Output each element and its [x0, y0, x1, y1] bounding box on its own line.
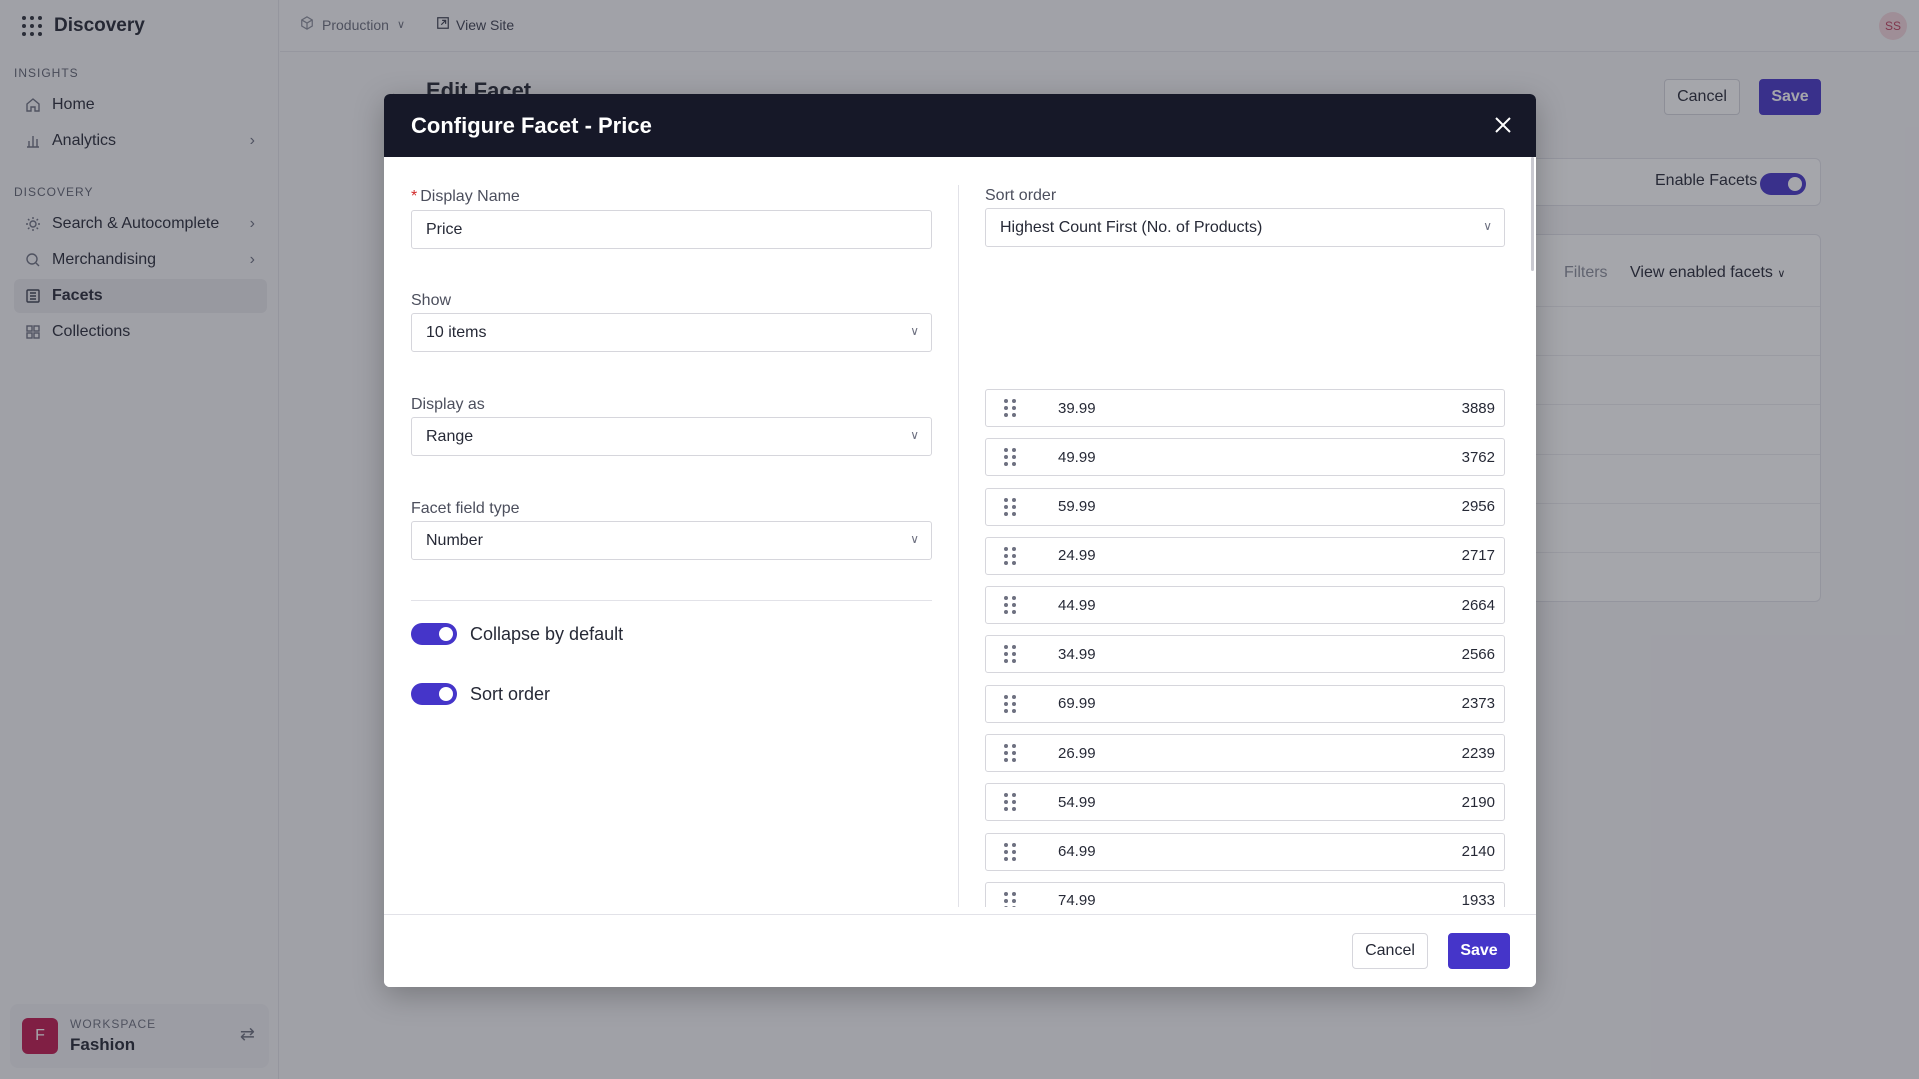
drag-handle-icon[interactable]: [1004, 596, 1016, 615]
modal-title: Configure Facet - Price: [411, 113, 652, 138]
collapse-by-default-toggle[interactable]: [411, 623, 457, 645]
drag-handle-icon[interactable]: [1004, 497, 1016, 516]
column-divider: [958, 185, 959, 907]
sort-order-label: Sort order: [985, 187, 1057, 204]
drag-handle-icon[interactable]: [1004, 546, 1016, 565]
modal-header: Configure Facet - Price: [384, 94, 1536, 157]
collapse-by-default-label: Collapse by default: [470, 623, 624, 644]
drag-handle-icon[interactable]: [1004, 842, 1016, 861]
facet-value-label: 74.99: [1058, 892, 1096, 907]
facet-value-count: 2140: [1461, 843, 1495, 861]
facet-field-type-label: Facet field type: [411, 500, 520, 517]
facet-value-row[interactable]: 26.99 2239: [985, 734, 1505, 773]
facet-values-list[interactable]: 39.99 3889 49.99 3762 59.99 2956 24.99 2717 44.9…: [985, 389, 1505, 907]
drag-handle-icon[interactable]: [1004, 448, 1016, 467]
display-name-field[interactable]: Price: [411, 210, 932, 249]
facet-value-label: 24.99: [1058, 547, 1096, 565]
facet-field-type-value: Number: [426, 531, 483, 549]
facet-value-count: 2717: [1461, 547, 1495, 565]
facet-value-count: 2373: [1461, 695, 1495, 713]
drag-handle-icon[interactable]: [1004, 694, 1016, 713]
facet-value-label: 64.99: [1058, 843, 1096, 861]
facet-value-count: 2566: [1461, 645, 1495, 663]
facet-value-row[interactable]: 24.99 2717: [985, 536, 1505, 575]
modal-cancel-button[interactable]: Cancel: [1352, 933, 1428, 969]
modal-scrollbar[interactable]: [1531, 157, 1534, 271]
facet-value-row[interactable]: 74.99 1933: [985, 881, 1505, 907]
facet-field-type-select[interactable]: Number ∨: [411, 521, 932, 560]
display-name-value: Price: [426, 220, 463, 238]
sort-order-value: Highest Count First (No. of Products): [1000, 218, 1263, 236]
facet-value-row[interactable]: 54.99 2190: [985, 783, 1505, 822]
chevron-down-icon: ∨: [910, 324, 919, 338]
facet-value-row[interactable]: 49.99 3762: [985, 438, 1505, 477]
facet-value-count: 2190: [1461, 793, 1495, 811]
facet-value-count: 2664: [1461, 596, 1495, 614]
display-name-label: * Display Name: [411, 188, 520, 206]
drag-handle-icon[interactable]: [1004, 645, 1016, 664]
chevron-down-icon: ∨: [910, 428, 919, 442]
drag-handle-icon[interactable]: [1004, 793, 1016, 812]
drag-handle-icon[interactable]: [1004, 399, 1016, 417]
configure-facet-modal: Configure Facet - Price * Display Name Pr…: [384, 94, 1536, 987]
collapse-by-default-row: Collapse by default: [411, 623, 623, 645]
facet-value-label: 59.99: [1058, 498, 1096, 516]
facet-value-label: 69.99: [1058, 695, 1096, 713]
facet-value-label: 54.99: [1058, 793, 1096, 811]
facet-value-row[interactable]: 59.99 2956: [985, 487, 1505, 526]
show-value: 10 items: [426, 323, 487, 341]
facet-value-count: 2239: [1461, 744, 1495, 762]
facet-value-label: 49.99: [1058, 448, 1096, 466]
facet-value-label: 39.99: [1058, 399, 1096, 417]
chevron-down-icon: ∨: [1483, 219, 1492, 233]
facet-value-count: 2956: [1461, 498, 1495, 516]
facet-value-label: 34.99: [1058, 645, 1096, 663]
close-icon[interactable]: [1488, 110, 1518, 140]
drag-handle-icon[interactable]: [1004, 744, 1016, 763]
facet-value-count: 1933: [1461, 892, 1495, 907]
facet-value-label: 26.99: [1058, 744, 1096, 762]
facet-value-row[interactable]: 44.99 2664: [985, 586, 1505, 625]
sort-order-select[interactable]: Highest Count First (No. of Products) ∨: [985, 208, 1505, 247]
display-as-label: Display as: [411, 396, 485, 413]
facet-value-label: 44.99: [1058, 596, 1096, 614]
modal-save-button[interactable]: Save: [1448, 933, 1510, 969]
facet-value-row[interactable]: 34.99 2566: [985, 635, 1505, 674]
sort-order-toggle-label: Sort order: [470, 683, 551, 704]
drag-handle-icon[interactable]: [1004, 891, 1016, 907]
facet-value-row[interactable]: 64.99 2140: [985, 832, 1505, 871]
sort-order-toggle-row: Sort order: [411, 683, 550, 705]
facet-value-count: 3889: [1461, 399, 1495, 417]
facet-value-row[interactable]: 39.99 3889: [985, 389, 1505, 427]
facet-value-count: 3762: [1461, 448, 1495, 466]
display-name-label-text: Display Name: [420, 188, 520, 205]
show-select[interactable]: 10 items ∨: [411, 313, 932, 352]
modal-footer: Cancel Save: [384, 914, 1536, 987]
sort-order-toggle[interactable]: [411, 683, 457, 705]
display-as-select[interactable]: Range ∨: [411, 417, 932, 456]
divider: [411, 600, 932, 601]
display-as-value: Range: [426, 427, 474, 445]
show-label: Show: [411, 292, 452, 309]
chevron-down-icon: ∨: [910, 532, 919, 546]
required-marker: *: [411, 188, 418, 205]
facet-value-row[interactable]: 69.99 2373: [985, 684, 1505, 723]
